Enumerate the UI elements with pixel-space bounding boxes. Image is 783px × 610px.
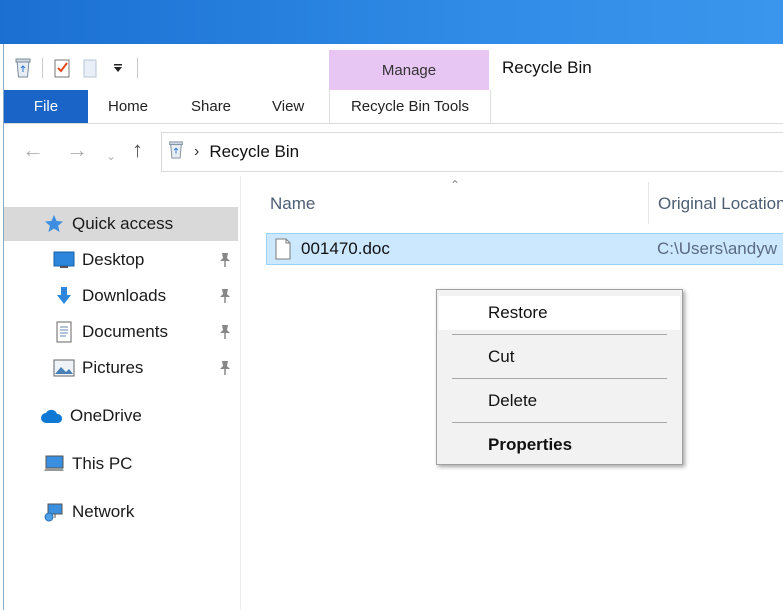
delete-menu-item[interactable]: Delete [439,384,680,418]
window-title: Recycle Bin [502,58,592,77]
sidebar-item-label: Desktop [82,250,145,269]
sidebar-item-label: Network [72,502,135,521]
sidebar-item-quick-access[interactable]: Quick access [4,207,238,241]
pin-icon[interactable] [218,288,232,304]
ribbon-tabs: File Home Share View Recycle Bin Tools [4,90,783,124]
desktop-background [0,0,783,44]
breadcrumb[interactable]: Recycle Bin [209,142,299,162]
pin-icon[interactable] [218,324,232,340]
up-arrow-icon[interactable]: ↑ [132,138,143,162]
navigation-pane: Quick access Desktop Downloads Documents [4,176,241,610]
restore-menu-item[interactable]: Restore [439,296,680,330]
tab-recycle-bin-tools[interactable]: Recycle Bin Tools [329,90,491,123]
forward-arrow-icon[interactable]: → [66,138,88,162]
sidebar-item-this-pc[interactable]: This PC [4,447,238,481]
breadcrumb-chevron-icon[interactable]: › [194,143,199,161]
pin-icon[interactable] [218,360,232,376]
toolbar-divider [137,58,138,78]
sidebar-item-pictures[interactable]: Pictures [4,351,238,385]
recent-locations-chevron-icon[interactable]: ⌄ [106,144,116,168]
column-header-name[interactable]: Name [270,194,315,214]
properties-checkmark-icon[interactable] [53,58,71,78]
document-file-icon [275,238,291,260]
file-name: 001470.doc [301,239,390,258]
sidebar-item-documents[interactable]: Documents [4,315,238,349]
documents-icon [52,321,76,343]
file-original-location: C:\Users\andyw [657,239,777,258]
sidebar-item-network[interactable]: Network [4,495,238,529]
back-arrow-icon[interactable]: ← [22,138,44,162]
sidebar-item-label: This PC [72,454,133,473]
recycle-bin-icon [168,140,184,164]
pictures-icon [52,357,76,379]
star-icon [42,213,66,235]
sidebar-item-downloads[interactable]: Downloads [4,279,238,313]
pin-icon[interactable] [218,252,232,268]
file-explorer-window: Manage Recycle Bin File Home Share View … [3,44,783,610]
computer-icon [42,453,66,475]
menu-divider [452,378,667,379]
download-icon [52,285,76,307]
menu-divider [452,422,667,423]
tab-share[interactable]: Share [191,90,231,123]
cloud-icon [40,405,64,427]
desktop-icon [52,249,76,271]
column-header-original-location[interactable]: Original Location [658,194,783,214]
quick-access-toolbar [14,56,138,80]
menu-divider [452,334,667,335]
sort-ascending-icon: ⌃ [450,178,461,192]
network-icon [42,501,66,523]
new-folder-icon[interactable] [81,58,99,78]
sidebar-item-label: OneDrive [70,406,142,425]
customize-toolbar-dropdown-icon[interactable] [109,58,127,78]
title-bar: Manage Recycle Bin [4,44,783,90]
sidebar-item-onedrive[interactable]: OneDrive [4,399,238,433]
recycle-bin-icon[interactable] [14,58,32,78]
sidebar-item-label: Documents [82,322,168,341]
navigation-bar: ← → ⌄ ↑ › Recycle Bin [4,124,783,176]
context-menu: Restore Cut Delete Properties [436,289,683,465]
table-row[interactable]: 001470.doc C:\Users\andyw [266,233,783,265]
tab-home[interactable]: Home [108,90,148,123]
properties-menu-item[interactable]: Properties [439,428,680,462]
tab-file[interactable]: File [4,90,88,123]
column-divider[interactable] [648,182,649,224]
tab-view[interactable]: View [272,90,304,123]
manage-contextual-group-label: Manage [329,50,489,90]
address-bar[interactable]: › Recycle Bin [161,132,783,172]
cut-menu-item[interactable]: Cut [439,340,680,374]
toolbar-divider [42,58,43,78]
sidebar-item-label: Downloads [82,286,167,305]
sidebar-item-label: Quick access [72,214,174,233]
sidebar-item-desktop[interactable]: Desktop [4,243,238,277]
sidebar-item-label: Pictures [82,358,144,377]
